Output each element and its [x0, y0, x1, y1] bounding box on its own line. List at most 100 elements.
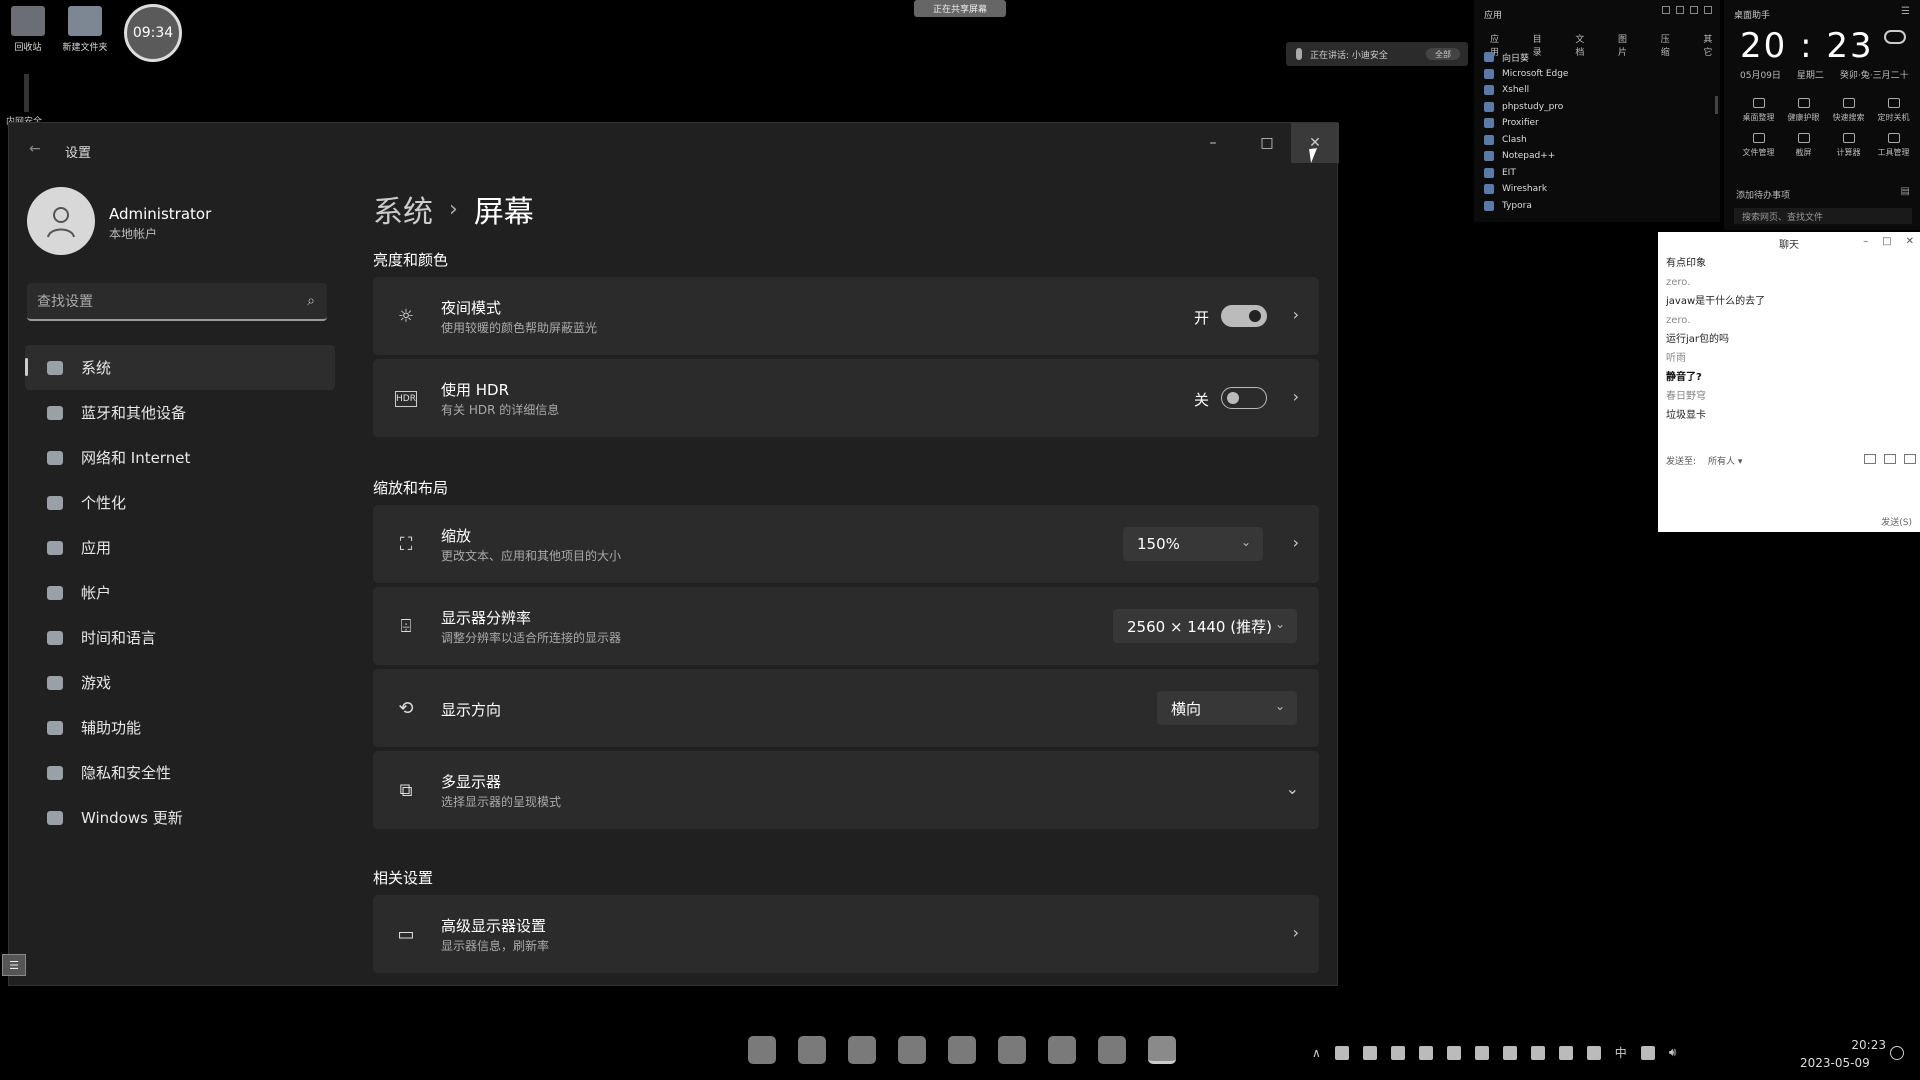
nav-item-personalization[interactable]: 个性化 [25, 480, 335, 525]
advanced-display-card[interactable]: ▭ 高级显示器设置 显示器信息，刷新率 › [373, 895, 1319, 973]
launcher-item[interactable]: EIT [1484, 165, 1568, 182]
tool-file-manager[interactable]: 文件管理 [1736, 133, 1781, 158]
tray-network-icon[interactable] [1446, 1045, 1461, 1060]
nav-item-privacy[interactable]: 隐私和安全性 [25, 750, 335, 795]
launcher-item[interactable]: Notepad++ [1484, 148, 1568, 165]
ime-indicator[interactable]: 中 [1615, 1044, 1627, 1061]
nav-item-gaming[interactable]: 游戏 [25, 660, 335, 705]
tool-screenshot[interactable]: 截屏 [1781, 133, 1826, 158]
file-explorer-icon[interactable] [798, 1036, 826, 1064]
night-light-toggle[interactable] [1221, 305, 1267, 327]
tool-eye-care[interactable]: 健康护眼 [1781, 98, 1826, 123]
new-folder-desktop-icon[interactable]: 新建文件夹 [55, 6, 115, 53]
nav-item-apps[interactable]: 应用 [25, 525, 335, 570]
orientation-dropdown[interactable]: 横向 ⌄ [1157, 691, 1297, 725]
launcher-item[interactable]: Clash [1484, 132, 1568, 149]
chevron-down-icon[interactable]: ⌄ [1286, 779, 1299, 798]
todo-list-icon[interactable]: ▤ [1901, 186, 1910, 197]
nav-item-network[interactable]: 网络和 Internet [25, 435, 335, 480]
speaker-all-pill[interactable]: 全部 [1426, 48, 1460, 60]
typora-icon[interactable] [998, 1036, 1026, 1064]
person-icon[interactable] [1904, 454, 1916, 464]
tray-display-icon[interactable] [1474, 1045, 1489, 1060]
launcher-scrollbar[interactable] [1715, 96, 1718, 114]
side-menu-button[interactable]: ☰ [2, 954, 26, 976]
add-todo-button[interactable]: 添加待办事项 [1736, 188, 1790, 201]
chevron-right-icon[interactable]: › [1293, 387, 1299, 406]
floating-clock[interactable]: 09:34 [124, 4, 182, 62]
tray-app-icon[interactable] [1334, 1045, 1349, 1060]
start-icon[interactable] [748, 1036, 776, 1064]
nav-item-bluetooth[interactable]: 蓝牙和其他设备 [25, 390, 335, 435]
monitor-app-icon[interactable] [1048, 1036, 1076, 1064]
tab-archives[interactable]: 压缩 [1661, 32, 1678, 58]
multi-display-card[interactable]: ⧉ 多显示器 选择显示器的呈现模式 ⌄ [373, 751, 1319, 829]
tray-windows-icon[interactable] [1530, 1045, 1545, 1060]
scale-card[interactable]: ⛶ 缩放 更改文本、应用和其他项目的大小 150% ⌄ › [373, 505, 1319, 583]
breadcrumb-parent[interactable]: 系统 [373, 187, 433, 231]
tab-docs[interactable]: 文档 [1575, 32, 1592, 58]
taskbar-time[interactable]: 20:23 [1836, 1038, 1886, 1052]
launcher-item[interactable]: 向日葵 [1484, 49, 1568, 66]
screen-share-indicator[interactable]: 正在共享屏幕 [914, 0, 1006, 17]
maximize-icon[interactable]: □ [1882, 236, 1891, 247]
volume-icon[interactable]: 🔊︎ [1669, 1045, 1677, 1060]
nav-item-system[interactable]: 系统 [25, 345, 335, 390]
taskbar-date[interactable]: 2023-05-09 [1800, 1056, 1870, 1070]
tray-volume-mixer-icon[interactable] [1502, 1045, 1517, 1060]
tab-images[interactable]: 图片 [1618, 32, 1635, 58]
minimize-icon[interactable]: – [1863, 236, 1868, 247]
tool-manager[interactable]: 工具管理 [1871, 133, 1916, 158]
send-button[interactable]: 发送(S) [1881, 515, 1912, 528]
back-arrow-icon[interactable]: ← [29, 141, 41, 157]
tray-shield-icon[interactable] [1362, 1045, 1377, 1060]
tray-overflow-icon[interactable]: ∧ [1312, 1046, 1321, 1060]
launcher-item[interactable]: Proxifier [1484, 115, 1568, 132]
minimize-button[interactable]: – [1189, 123, 1237, 163]
tool-desktop-organize[interactable]: 桌面整理 [1736, 98, 1781, 123]
notification-moon-icon[interactable] [1890, 1046, 1904, 1060]
close-icon[interactable]: ✕ [1906, 236, 1914, 247]
nav-item-windows-update[interactable]: Windows 更新 [25, 795, 335, 840]
launcher-item[interactable]: phpstudy_pro [1484, 99, 1568, 116]
tool-timer-shutdown[interactable]: 定时关机 [1871, 98, 1916, 123]
orientation-card[interactable]: ⟲ 显示方向 横向 ⌄ [373, 669, 1319, 747]
tool-calculator[interactable]: 计算器 [1826, 133, 1871, 158]
edge-icon[interactable] [848, 1036, 876, 1064]
hdr-toggle[interactable] [1221, 387, 1267, 409]
night-light-card[interactable]: ☼ 夜间模式 使用较暖的颜色帮助屏蔽蓝光 开 › [373, 277, 1319, 355]
nav-item-accessibility[interactable]: 辅助功能 [25, 705, 335, 750]
settings-search-input[interactable]: 查找设置 ⌕ [27, 283, 327, 321]
launcher-item[interactable]: Xshell [1484, 82, 1568, 99]
launcher-item[interactable]: Typora [1484, 198, 1568, 215]
tray-usb-icon[interactable] [1558, 1045, 1573, 1060]
steam-icon[interactable] [948, 1036, 976, 1064]
tray-microphone-icon[interactable] [1586, 1045, 1601, 1060]
recycle-bin-desktop-icon[interactable]: 回收站 [0, 6, 58, 53]
tray-steam-icon[interactable] [1418, 1045, 1433, 1060]
terminal-icon[interactable] [1098, 1036, 1126, 1064]
save-icon[interactable] [1884, 454, 1896, 464]
add-icon[interactable] [1690, 6, 1698, 14]
chevron-right-icon[interactable]: › [1293, 533, 1299, 552]
hdr-card[interactable]: HDR 使用 HDR 有关 HDR 的详细信息 关 › [373, 359, 1319, 437]
list-view-icon[interactable] [1676, 6, 1684, 14]
tab-other[interactable]: 其它 [1703, 32, 1720, 58]
file-icon[interactable] [1864, 454, 1876, 464]
resolution-card[interactable]: ⌹ 显示器分辨率 调整分辨率以适合所连接的显示器 2560 × 1440 (推荐… [373, 587, 1319, 665]
tray-typora-icon[interactable] [1390, 1045, 1405, 1060]
desktop-shortcut[interactable] [24, 74, 29, 112]
menu-icon[interactable]: ☰ [1901, 6, 1910, 17]
tool-quick-search[interactable]: 快速搜索 [1826, 98, 1871, 123]
nav-item-accounts[interactable]: 帐户 [25, 570, 335, 615]
tray-monitor-icon[interactable] [1640, 1045, 1655, 1060]
scale-dropdown[interactable]: 150% ⌄ [1123, 527, 1263, 561]
weather-cloud-icon[interactable] [1884, 30, 1906, 44]
nav-item-time-language[interactable]: 时间和语言 [25, 615, 335, 660]
maximize-button[interactable]: □ [1243, 123, 1291, 163]
settings-gear-icon[interactable] [1148, 1036, 1176, 1064]
assistant-search-input[interactable]: 搜索网页、查找文件 [1734, 208, 1912, 224]
launcher-item[interactable]: Wireshark [1484, 181, 1568, 198]
grid-view-icon[interactable] [1662, 6, 1670, 14]
resolution-dropdown[interactable]: 2560 × 1440 (推荐) ⌄ [1113, 609, 1297, 643]
